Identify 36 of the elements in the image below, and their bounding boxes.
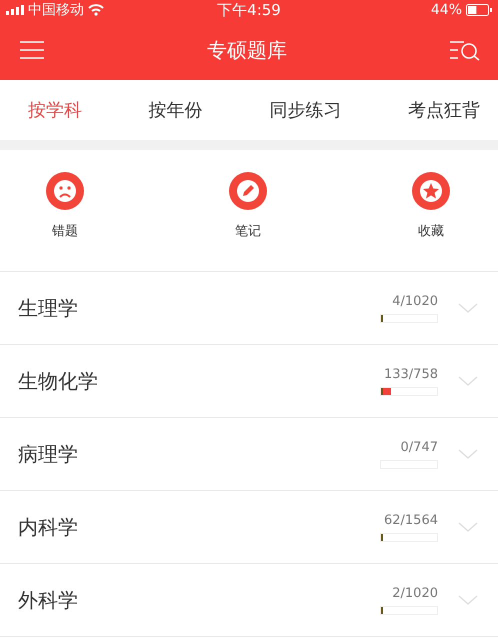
tab[interactable]: 同步练习 xyxy=(269,92,342,128)
progress-count: 4/1020 xyxy=(392,294,438,308)
subject-row[interactable]: 外科学 2/1020 xyxy=(0,564,498,637)
shortcut-label: 笔记 xyxy=(235,223,261,240)
progress-count: 62/1564 xyxy=(384,512,438,528)
subject-row[interactable]: 生物化学 133/758 xyxy=(0,345,498,418)
subject-name: 生理学 xyxy=(18,294,79,322)
subject-name: 内科学 xyxy=(18,514,79,540)
progress-count: 2/1020 xyxy=(392,586,438,600)
tab[interactable]: 按年份 xyxy=(148,92,203,128)
signal-icon xyxy=(6,5,24,15)
subject-row[interactable]: 生理学 4/1020 xyxy=(0,272,498,345)
subject-name: 生物化学 xyxy=(18,368,99,394)
sad-face-icon[interactable] xyxy=(46,172,84,210)
search-list-icon[interactable] xyxy=(450,39,480,61)
tab[interactable]: 考点狂背 xyxy=(408,92,480,128)
page-title: 专硕题库 xyxy=(207,36,287,64)
progress-bar xyxy=(380,386,438,396)
progress-bar xyxy=(380,532,438,542)
battery-icon xyxy=(466,4,492,16)
tab[interactable]: 按学科 xyxy=(28,92,82,128)
progress-bar xyxy=(380,606,438,614)
battery-percent: 44% xyxy=(430,2,462,18)
menu-icon[interactable] xyxy=(20,40,44,60)
carrier-name: 中国移动 xyxy=(28,1,84,19)
subject-name: 病理学 xyxy=(18,440,79,468)
progress-count: 0/747 xyxy=(400,440,438,454)
wifi-icon xyxy=(88,4,104,16)
subject-name: 外科学 xyxy=(18,586,79,614)
progress-count: 133/758 xyxy=(384,366,438,382)
shortcut-label: 错题 xyxy=(52,223,78,240)
pencil-icon[interactable] xyxy=(229,172,267,210)
status-time: 下午4:59 xyxy=(217,0,281,20)
progress-bar xyxy=(380,314,438,322)
subject-row[interactable]: 内科学 62/1564 xyxy=(0,491,498,564)
shortcut-label: 收藏 xyxy=(418,223,444,240)
